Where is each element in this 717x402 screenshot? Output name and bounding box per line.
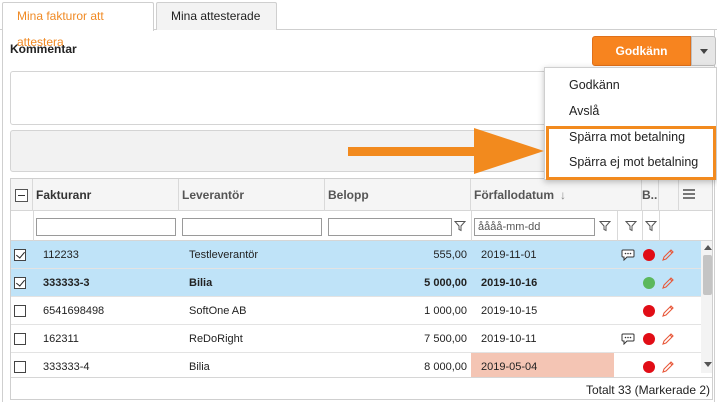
cell-fakturanr: 162311 [43, 333, 79, 345]
cell-fakturanr: 333333-3 [43, 277, 90, 289]
filter-belopp-input[interactable] [328, 218, 452, 236]
menu-item-godkann[interactable]: Godkänn [569, 78, 620, 92]
arrow-right-icon [348, 128, 544, 174]
edit-pencil-icon[interactable] [661, 360, 675, 374]
cell-leverantor: SoftOne AB [189, 305, 247, 317]
cell-leverantor: ReDoRight [189, 333, 243, 345]
cell-belopp: 7 500,00 [424, 333, 467, 345]
column-menu-icon[interactable] [683, 189, 695, 201]
grid-total-count: Totalt 33 (Markerade 2) [585, 383, 710, 397]
filter-funnel-icon[interactable] [454, 220, 466, 232]
status-dot-icon [643, 277, 655, 289]
kommentar-label: Kommentar [10, 42, 77, 56]
approve-split-button: Godkänn [592, 36, 716, 66]
scroll-down-icon[interactable] [704, 362, 712, 367]
scroll-thumb[interactable] [703, 255, 712, 295]
tab-bar: Mina fakturor att attestera Mina atteste… [0, 0, 717, 49]
header-belopp[interactable]: Belopp [325, 179, 471, 211]
select-all-checkbox[interactable] [15, 189, 28, 202]
table-row[interactable]: 6541698498 SoftOne AB 1 000,00 2019-10-1… [11, 297, 701, 325]
header-fakturanr[interactable]: Fakturanr [33, 179, 179, 211]
edit-pencil-icon[interactable] [661, 276, 675, 290]
cell-belopp: 555,00 [433, 249, 467, 261]
status-dot-icon [643, 305, 655, 317]
header-spacer [659, 179, 679, 211]
cell-forfallodatum: 2019-10-15 [481, 305, 538, 317]
row-checkbox[interactable] [14, 277, 26, 289]
header-leverantor[interactable]: Leverantör [179, 179, 325, 211]
approve-button[interactable]: Godkänn [592, 36, 691, 66]
table-row[interactable]: 333333-3 Bilia 5 000,00 2019-10-16 [11, 269, 701, 297]
filter-funnel-icon[interactable] [625, 220, 637, 232]
scroll-up-icon[interactable] [704, 245, 712, 250]
sort-desc-icon: ↓ [560, 188, 566, 202]
caret-down-icon [700, 49, 708, 54]
cell-belopp: 5 000,00 [424, 277, 467, 289]
approve-dropdown-toggle[interactable] [691, 36, 716, 66]
grid-header: Fakturanr Leverantör Belopp Förfallodatu… [11, 179, 712, 211]
cell-fakturanr: 112233 [43, 249, 79, 261]
header-forfallodatum[interactable]: Förfallodatum ↓ [471, 179, 642, 211]
row-checkbox[interactable] [14, 333, 26, 345]
cell-forfallodatum: 2019-10-16 [481, 277, 538, 289]
highlight-box [546, 126, 716, 180]
header-b[interactable]: B... [642, 179, 659, 211]
edit-pencil-icon[interactable] [661, 304, 675, 318]
row-checkbox[interactable] [14, 249, 26, 261]
filter-fakturanr-input[interactable] [36, 218, 176, 236]
header-select-all-cell [11, 179, 33, 211]
cell-leverantor: Testleverantör [189, 249, 259, 261]
filter-row [11, 211, 712, 241]
grid-scrollbar[interactable] [701, 241, 712, 373]
menu-item-avsla[interactable]: Avslå [569, 104, 599, 118]
cell-forfallodatum: 2019-11-01 [481, 249, 537, 261]
cell-forfallodatum: 2019-10-11 [481, 333, 537, 345]
filter-funnel-icon[interactable] [599, 220, 611, 232]
edit-pencil-icon[interactable] [661, 248, 675, 262]
comment-bubble-icon[interactable] [621, 249, 635, 261]
status-dot-icon [643, 249, 655, 261]
header-forfallodatum-label: Förfallodatum [474, 188, 554, 202]
tab-mina-fakturor-att-attestera[interactable]: Mina fakturor att attestera [2, 2, 154, 49]
cell-belopp: 1 000,00 [424, 305, 467, 317]
status-dot-icon [643, 361, 655, 373]
tab-mina-attesterade[interactable]: Mina attesterade [156, 2, 277, 30]
row-checkbox[interactable] [14, 305, 26, 317]
row-checkbox[interactable] [14, 361, 26, 373]
table-row[interactable]: 162311 ReDoRight 7 500,00 2019-10-11 [11, 325, 701, 353]
table-row[interactable]: 112233 Testleverantör 555,00 2019-11-01 [11, 241, 701, 269]
grid-footer: Totalt 33 (Markerade 2) [11, 377, 712, 399]
comment-bubble-icon[interactable] [621, 333, 635, 345]
cell-fakturanr: 6541698498 [43, 305, 105, 317]
invoice-grid: Fakturanr Leverantör Belopp Förfallodatu… [10, 178, 713, 400]
filter-funnel-icon[interactable] [645, 220, 657, 232]
filter-forfallodatum-input[interactable] [474, 218, 595, 236]
cell-leverantor: Bilia [189, 277, 213, 289]
filter-leverantor-input[interactable] [182, 218, 322, 236]
status-dot-icon [643, 333, 655, 345]
edit-pencil-icon[interactable] [661, 332, 675, 346]
